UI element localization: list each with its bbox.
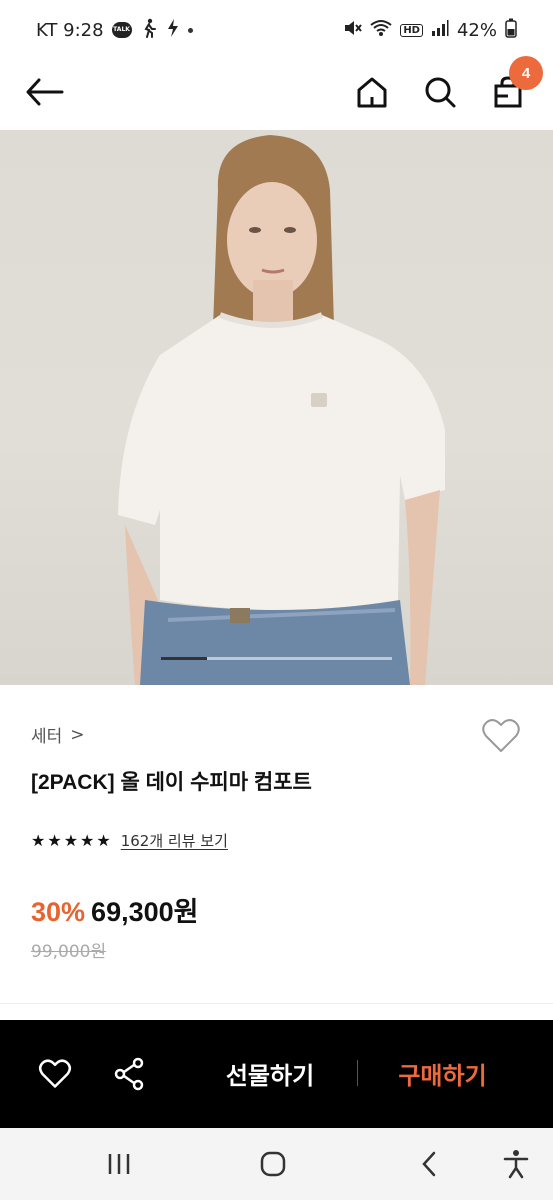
rating-row: ★ ★ ★ ★ ★ 162개 리뷰 보기 xyxy=(31,830,228,851)
signal-icon xyxy=(431,19,449,42)
wishlist-button[interactable] xyxy=(480,716,522,756)
star-icon: ★ xyxy=(63,830,79,850)
heart-outline-icon xyxy=(38,1059,72,1088)
star-icon: ★ xyxy=(80,830,95,850)
app-header xyxy=(0,60,553,130)
back-button[interactable] xyxy=(20,68,68,116)
share-icon xyxy=(114,1057,144,1091)
carrier-time: KT 9:28 xyxy=(36,19,104,41)
battery-icon xyxy=(505,18,517,43)
like-button[interactable] xyxy=(33,1052,77,1096)
cart-count-badge: 4 xyxy=(509,56,543,90)
product-image-carousel[interactable] xyxy=(0,130,553,685)
divider xyxy=(0,1003,553,1004)
home-button[interactable] xyxy=(348,68,396,116)
star-icon: ★ xyxy=(96,830,111,850)
gift-button[interactable]: 선물하기 xyxy=(190,1048,350,1098)
notification-dot-icon xyxy=(187,27,193,33)
heart-outline-icon xyxy=(482,719,520,752)
category-label: 세터 xyxy=(31,727,63,747)
search-button[interactable] xyxy=(416,68,464,116)
walking-icon xyxy=(140,18,158,43)
status-bar: KT 9:28 TALK HD 42% xyxy=(0,0,553,60)
star-rating: ★ ★ ★ ★ ★ xyxy=(31,830,111,850)
charging-bolt-icon xyxy=(166,18,180,43)
chevron-left-icon xyxy=(422,1151,436,1177)
system-home-button[interactable] xyxy=(251,1142,295,1186)
bottom-action-bar: 선물하기 구매하기 xyxy=(0,1020,553,1128)
recents-button[interactable] xyxy=(97,1142,141,1186)
price-row: 30% 69,300원 xyxy=(31,890,198,929)
sale-price: 69,300원 xyxy=(91,897,199,927)
kakaotalk-notification-icon: TALK xyxy=(111,22,132,38)
home-circle-icon xyxy=(260,1151,286,1177)
reviews-link[interactable]: 162개 리뷰 보기 xyxy=(121,830,228,851)
system-back-button[interactable] xyxy=(407,1142,451,1186)
chevron-right-icon: > xyxy=(70,724,85,745)
battery-percent: 42% xyxy=(456,19,497,41)
product-title: [2PACK] 올 데이 수피마 컴포트 xyxy=(31,771,312,794)
share-button[interactable] xyxy=(107,1052,151,1096)
accessibility-icon xyxy=(503,1150,529,1179)
recents-icon xyxy=(108,1154,130,1174)
search-icon xyxy=(425,77,456,108)
wifi-icon xyxy=(370,19,392,42)
category-breadcrumb[interactable]: 세터 > xyxy=(31,722,85,748)
carousel-indicator xyxy=(161,657,392,660)
original-price: 99,000원 xyxy=(31,942,107,962)
carousel-indicator-active xyxy=(161,657,208,660)
buy-button[interactable]: 구매하기 xyxy=(365,1048,520,1098)
star-icon: ★ xyxy=(31,830,46,850)
action-separator xyxy=(357,1060,358,1086)
product-photo xyxy=(118,135,445,685)
star-icon: ★ xyxy=(47,830,62,850)
discount-rate: 30% xyxy=(31,897,86,927)
home-icon xyxy=(357,77,387,108)
back-arrow-icon xyxy=(26,78,64,106)
mute-icon xyxy=(342,18,363,43)
accessibility-button[interactable] xyxy=(494,1142,538,1186)
hd-voice-icon: HD xyxy=(400,23,423,37)
system-nav-bar xyxy=(0,1128,553,1200)
